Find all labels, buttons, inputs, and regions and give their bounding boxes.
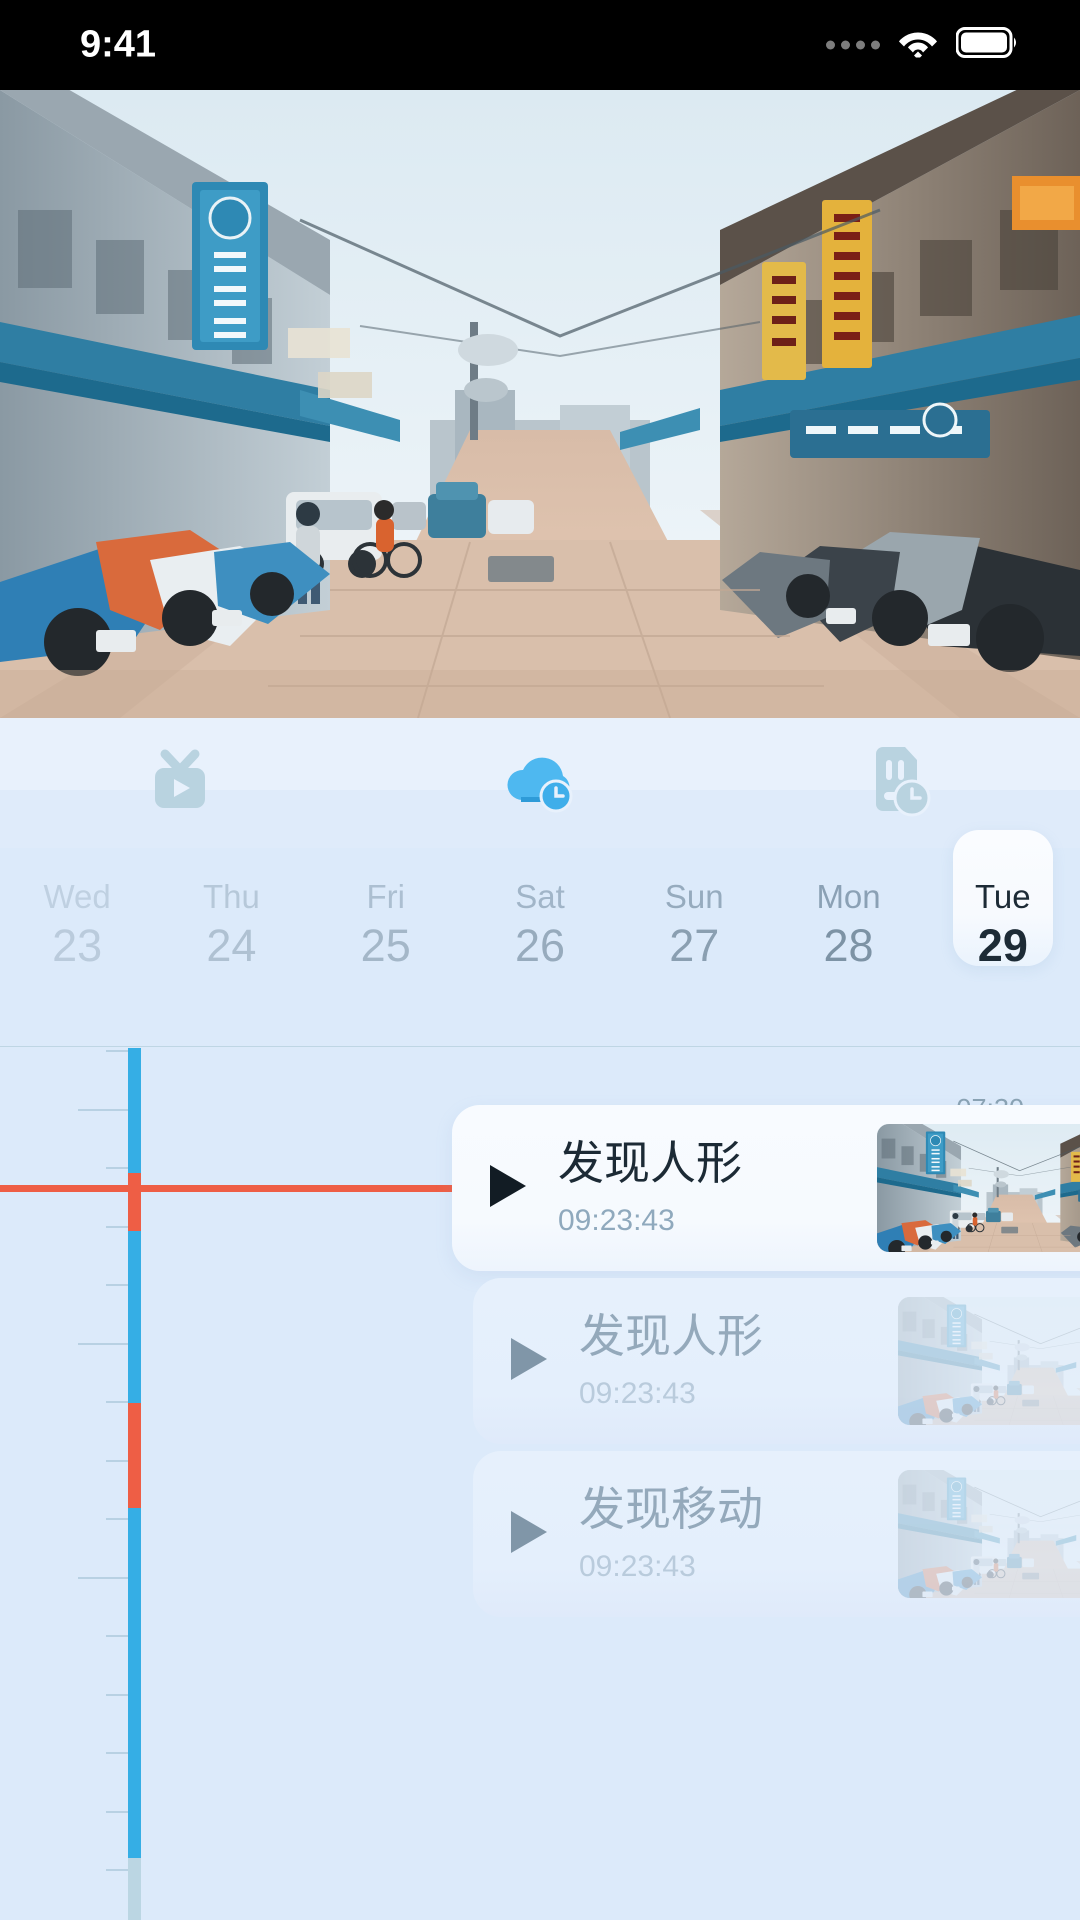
playback-source-tabs	[0, 718, 1080, 848]
event-thumbnail[interactable]: 23"	[898, 1297, 1080, 1425]
event-card-texts: 发现人形 09:23:43	[558, 1140, 877, 1236]
event-card[interactable]: 发现人形 09:23:43 23"	[473, 1278, 1080, 1444]
date-dow: Mon	[816, 878, 881, 915]
date-dow: Sun	[664, 878, 724, 915]
event-card[interactable]: 发现人形 09:23:43 23"	[452, 1105, 1080, 1271]
event-title: 发现人形	[579, 1310, 763, 1362]
date-dow: Tue	[975, 878, 1031, 915]
tab-live[interactable]	[0, 718, 360, 848]
live-video-preview[interactable]	[0, 90, 1080, 718]
event-time: 09:23:43	[579, 1377, 696, 1410]
date-item-tue-selected[interactable]: Tue 29	[926, 830, 1080, 1000]
date-dow: Wed	[43, 878, 111, 915]
timeline-ticks	[0, 1048, 128, 1920]
status-bar: 9:41	[0, 0, 1080, 90]
date-strip: Wed 23 Thu 24 Fri 25 Sat 26 Sun 27 Mon 2…	[0, 830, 1080, 1047]
event-time: 09:23:43	[558, 1204, 675, 1237]
date-item-wed[interactable]: Wed 23	[0, 848, 154, 1000]
play-triangle-icon	[505, 1507, 551, 1562]
status-bar-indicators	[826, 27, 1018, 64]
event-card-texts: 发现人形 09:23:43	[579, 1313, 898, 1409]
date-item-thu[interactable]: Thu 24	[154, 848, 308, 1000]
event-title: 发现人形	[558, 1137, 742, 1189]
timeline-segment-alarm	[128, 1403, 141, 1508]
date-num: 28	[823, 920, 874, 971]
date-num: 23	[52, 920, 103, 971]
tab-sdcard[interactable]	[720, 718, 1080, 848]
date-item-fri[interactable]: Fri 25	[309, 848, 463, 1000]
play-triangle-icon	[505, 1334, 551, 1389]
date-num: 26	[514, 920, 566, 971]
event-thumbnail[interactable]: 23"	[877, 1124, 1080, 1252]
event-thumbnail[interactable]: 23"	[898, 1470, 1080, 1598]
date-dow: Sat	[515, 878, 565, 915]
wifi-icon	[898, 28, 938, 63]
date-num: 25	[360, 920, 411, 971]
event-time: 09:23:43	[579, 1550, 696, 1583]
battery-icon	[955, 27, 1018, 64]
date-num: 27	[669, 920, 720, 971]
date-item-sun[interactable]: Sun 27	[617, 848, 771, 1000]
date-num: 24	[206, 920, 257, 971]
date-dow: Fri	[366, 878, 405, 915]
timeline-panel[interactable]: 07:30 07:00 06:30 发现人形 09:23:43 23" 发	[0, 1048, 1080, 1920]
date-dow: Thu	[202, 878, 260, 915]
tv-play-icon	[143, 748, 217, 818]
date-num: 29	[977, 920, 1028, 971]
play-triangle-icon	[484, 1161, 530, 1216]
event-card-texts: 发现移动 09:23:43	[579, 1486, 898, 1582]
tab-cloud[interactable]	[360, 718, 720, 848]
signal-dots-icon	[826, 40, 880, 50]
screen-root: 9:41 Wed 23 Thu 24 Fri 25 Sat 26 Sun 27 …	[0, 0, 1080, 1920]
status-bar-clock: 9:41	[80, 23, 157, 66]
date-item-mon[interactable]: Mon 28	[771, 848, 925, 1000]
sdcard-clock-icon	[864, 746, 936, 820]
timeline-segment-alarm	[128, 1173, 141, 1231]
event-card[interactable]: 发现移动 09:23:43 23"	[473, 1451, 1080, 1617]
date-item-sat[interactable]: Sat 26	[463, 848, 617, 1000]
event-title: 发现移动	[579, 1483, 763, 1535]
cloud-clock-icon	[502, 750, 578, 816]
